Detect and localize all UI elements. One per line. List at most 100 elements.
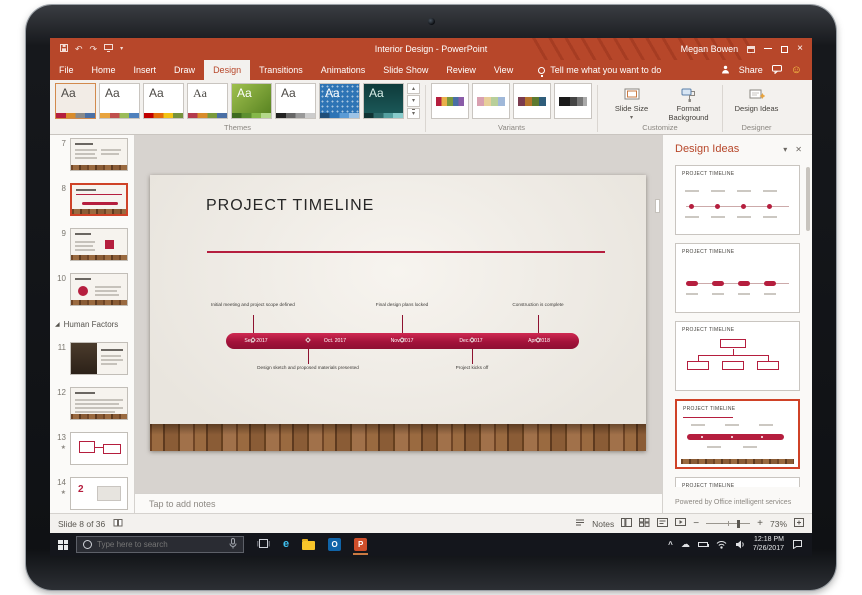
theme-3[interactable]: Aa (143, 83, 184, 119)
slide-thumbnail-9[interactable]: 9 (50, 228, 134, 261)
show-hidden-icons-icon[interactable]: ^ (668, 541, 673, 549)
design-idea-card-1[interactable]: PROJECT TIMELINE (675, 165, 800, 235)
save-icon[interactable] (60, 44, 68, 54)
slide-thumbnail-7[interactable]: 7 (50, 138, 134, 171)
design-idea-card-3[interactable]: PROJECT TIMELINE (675, 321, 800, 391)
slide-size-label: Slide Size (615, 104, 648, 113)
tab-transitions[interactable]: Transitions (250, 60, 312, 80)
zoom-in-icon[interactable]: + (757, 518, 763, 529)
redo-icon[interactable]: ↷ (90, 45, 98, 54)
tab-home[interactable]: Home (83, 60, 125, 80)
close-panel-icon[interactable]: ✕ (795, 145, 802, 154)
action-center-icon[interactable] (792, 536, 803, 554)
notes-toggle-button[interactable]: Notes (592, 519, 614, 529)
milestone-label-below-1[interactable]: Design sketch and proposed materials pre… (250, 366, 367, 371)
design-idea-card-5[interactable]: PROJECT TIMELINE (675, 477, 800, 487)
slide-show-view-icon[interactable] (675, 518, 686, 529)
zoom-out-icon[interactable]: − (693, 518, 699, 529)
format-background-button[interactable]: Format Background (660, 83, 717, 122)
wifi-icon[interactable] (716, 536, 727, 554)
volume-icon[interactable] (735, 536, 745, 554)
gallery-up-icon[interactable]: ▴ (407, 83, 420, 94)
variant-2[interactable] (472, 83, 510, 119)
chevron-down-icon[interactable]: ▾ (783, 145, 787, 154)
normal-view-icon[interactable] (621, 518, 632, 529)
minimize-icon[interactable] (764, 48, 772, 49)
design-ideas-list: PROJECT TIMELINE (675, 165, 800, 487)
slide-canvas[interactable]: PROJECT TIMELINE Initial meeting and pro… (150, 175, 646, 451)
variant-4[interactable] (554, 83, 592, 119)
panel-scrollbar-thumb[interactable] (806, 167, 810, 231)
design-idea-card-4-selected[interactable]: PROJECT TIMELINE (675, 399, 800, 469)
taskbar-clock[interactable]: 12:18 PM 7/26/2017 (753, 536, 784, 553)
fit-to-window-icon[interactable] (794, 518, 804, 529)
signed-in-user[interactable]: Megan Bowen (681, 44, 739, 54)
zoom-slider[interactable] (706, 523, 750, 524)
milestone-label-above-2[interactable]: Final design plans locked (344, 303, 461, 308)
taskbar-search[interactable] (76, 536, 244, 553)
reading-view-icon[interactable] (657, 518, 668, 529)
ribbon-display-options-icon[interactable] (747, 46, 755, 53)
undo-icon[interactable]: ↶ (75, 45, 83, 54)
slide-thumbnail-14[interactable]: 14 ★ 2 (50, 477, 134, 510)
tab-file[interactable]: File (50, 60, 83, 80)
tab-draw[interactable]: Draw (165, 60, 204, 80)
tab-slide-show[interactable]: Slide Show (374, 60, 437, 80)
theme-4[interactable]: Aa (187, 83, 228, 119)
tab-design[interactable]: Design (204, 60, 250, 80)
canvas-scrollbar-thumb[interactable] (655, 199, 660, 213)
notes-toggle-icon[interactable] (575, 518, 585, 529)
section-header-human-factors[interactable]: ◢ Human Factors (50, 318, 134, 330)
feedback-smiley-icon[interactable]: ☺ (791, 65, 802, 76)
gallery-down-icon[interactable]: ▾ (407, 95, 420, 106)
task-view-icon[interactable] (257, 536, 270, 554)
tab-review[interactable]: Review (437, 60, 485, 80)
microphone-icon[interactable] (229, 536, 237, 554)
milestone-label-above-3[interactable]: Construction is complete (480, 303, 597, 308)
share-button[interactable]: Share (739, 65, 763, 75)
tab-insert[interactable]: Insert (125, 60, 166, 80)
notes-pane[interactable]: Tap to add notes (135, 493, 662, 513)
slide-thumbnail-8-selected[interactable]: 8 (50, 183, 134, 216)
theme-blue[interactable]: Aa (319, 83, 360, 119)
theme-6[interactable]: Aa (275, 83, 316, 119)
outlook-icon[interactable]: O (328, 538, 341, 551)
restore-icon[interactable] (781, 46, 788, 53)
tab-view[interactable]: View (485, 60, 522, 80)
milestone-label-above-1[interactable]: Initial meeting and project scope define… (195, 303, 312, 308)
close-icon[interactable]: × (797, 44, 803, 54)
start-button[interactable] (50, 540, 76, 550)
design-ideas-button[interactable]: Design Ideas (728, 83, 785, 113)
spell-check-icon[interactable] (113, 518, 123, 529)
variant-1[interactable] (431, 83, 469, 119)
variant-3[interactable] (513, 83, 551, 119)
slide-thumbnail-13[interactable]: 13 ★ (50, 432, 134, 465)
slide-title[interactable]: PROJECT TIMELINE (206, 197, 374, 215)
file-explorer-icon[interactable] (302, 541, 315, 550)
powerpoint-taskbar-icon[interactable]: P (354, 538, 367, 551)
slide-thumbnail-12[interactable]: 12 (50, 387, 134, 420)
slide-thumbnail-10[interactable]: 10 (50, 273, 134, 306)
tell-me-box[interactable]: Tell me what you want to do (538, 60, 661, 80)
tab-animations[interactable]: Animations (312, 60, 375, 80)
slide-thumbnail-11[interactable]: 11 (50, 342, 134, 375)
slide-thumbnail-preview (70, 183, 128, 216)
battery-icon[interactable] (698, 542, 708, 547)
design-idea-card-2[interactable]: PROJECT TIMELINE (675, 243, 800, 313)
search-input[interactable] (97, 540, 224, 549)
start-slideshow-icon[interactable] (104, 44, 113, 54)
customize-qat-icon[interactable]: ▾ (120, 46, 123, 52)
slide-sorter-view-icon[interactable] (639, 518, 650, 529)
comments-icon[interactable] (772, 65, 782, 76)
gallery-more-icon[interactable]: ▾ (407, 108, 420, 119)
zoom-slider-thumb[interactable] (737, 520, 740, 528)
slide-size-button[interactable]: Slide Size ▾ (603, 83, 660, 122)
theme-teal[interactable]: Aa (363, 83, 404, 119)
theme-green[interactable]: Aa (231, 83, 272, 119)
zoom-level[interactable]: 73% (770, 519, 787, 529)
theme-current[interactable]: Aa (55, 83, 96, 119)
edge-icon[interactable]: e (283, 539, 289, 550)
milestone-label-below-2[interactable]: Project kicks off (414, 366, 531, 371)
theme-office[interactable]: Aa (99, 83, 140, 119)
onedrive-cloud-icon[interactable]: ☁ (681, 540, 690, 549)
